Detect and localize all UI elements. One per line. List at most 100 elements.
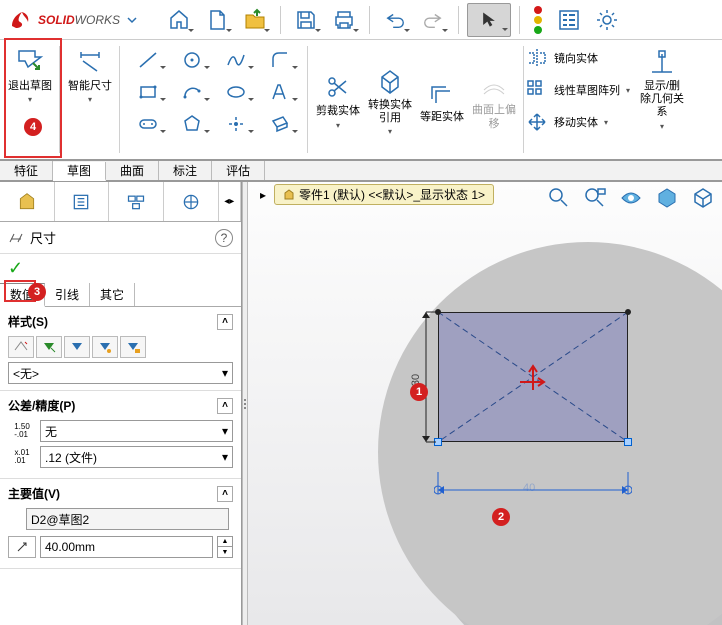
- dimension-name-field[interactable]: D2@草图2: [26, 508, 229, 530]
- tutorial-badge-2: 2: [492, 508, 510, 526]
- circle-tool[interactable]: [170, 44, 214, 76]
- tutorial-badge-1: 1: [410, 383, 428, 401]
- ellipse-tool[interactable]: [214, 76, 258, 108]
- new-button[interactable]: [200, 3, 234, 37]
- style-title: 样式(S): [8, 313, 48, 330]
- mirror-button[interactable]: 镜向实体: [526, 44, 630, 72]
- home-button[interactable]: [162, 3, 196, 37]
- panel-tabs: ◂▸: [0, 182, 241, 222]
- plane-tool[interactable]: [258, 108, 302, 140]
- panel-title: 尺寸: [30, 228, 56, 247]
- logo-text: SOLIDWORKS: [38, 13, 120, 27]
- tab-evaluate[interactable]: 评估: [212, 161, 265, 180]
- surface-offset-label: 曲面上偏移: [472, 104, 516, 130]
- style-btn-3[interactable]: [64, 336, 90, 358]
- spin-up[interactable]: ▲: [217, 536, 233, 547]
- feature-tree-tab[interactable]: [0, 182, 55, 221]
- collapse-style[interactable]: ˄: [217, 314, 233, 330]
- model-canvas[interactable]: 30 40: [248, 182, 722, 625]
- display-relations-button[interactable]: 显示/删除几何关系 ▾: [638, 44, 686, 133]
- rebuild-status-icon: [528, 5, 548, 35]
- settings-button[interactable]: [590, 3, 624, 37]
- config-tab[interactable]: [109, 182, 164, 221]
- move-entities-button[interactable]: 移动实体 ▾: [526, 108, 630, 136]
- mirror-label: 镜向实体: [554, 50, 598, 66]
- tolerance-precision-select[interactable]: .12 (文件)▾: [40, 446, 233, 468]
- collapse-main-value[interactable]: ˄: [217, 486, 233, 502]
- style-select[interactable]: <无>▾: [8, 362, 233, 384]
- more-tab[interactable]: ◂▸: [219, 182, 241, 221]
- main-value-section: 主要值(V) ˄ D2@草图2 ▲ ▼: [0, 479, 241, 569]
- tab-annotate[interactable]: 标注: [159, 161, 212, 180]
- app-menu-dropdown-icon[interactable]: [126, 14, 138, 26]
- dim-value-icon: [8, 536, 36, 558]
- ribbon: 退出草图 ▾ 智能尺寸 ▾ 剪裁实体 ▾: [0, 40, 722, 160]
- rectangle-tool[interactable]: [126, 76, 170, 108]
- options-button[interactable]: [552, 3, 586, 37]
- text-tool[interactable]: [258, 76, 302, 108]
- ribbon-group-tools: [120, 40, 308, 159]
- confirm-button[interactable]: ✓: [8, 258, 23, 279]
- trim-label: 剪裁实体: [316, 105, 360, 118]
- line-tool[interactable]: [126, 44, 170, 76]
- exit-sketch-button[interactable]: 退出草图 ▾: [6, 44, 54, 106]
- fillet-tool[interactable]: [258, 44, 302, 76]
- sub-tab-leader[interactable]: 引线: [45, 283, 90, 306]
- tab-features[interactable]: 特征: [0, 161, 53, 180]
- spline-tool[interactable]: [214, 44, 258, 76]
- tutorial-badge-3: 3: [28, 283, 46, 301]
- ribbon-group-modify: 剪裁实体 ▾ 转换实体引用 ▾ 等距实体 曲面上偏移: [308, 40, 524, 159]
- graphics-viewport[interactable]: ▸ 零件1 (默认) <<默认>_显示状态 1>: [248, 182, 722, 625]
- sketch-handle[interactable]: [624, 438, 632, 446]
- arc-tool[interactable]: [170, 76, 214, 108]
- tab-sketch[interactable]: 草图: [53, 162, 106, 181]
- redo-button[interactable]: [416, 3, 450, 37]
- property-tab[interactable]: [55, 182, 110, 221]
- help-button[interactable]: ?: [215, 229, 233, 247]
- ribbon-group-sketch: 退出草图 ▾: [0, 40, 60, 159]
- trim-button[interactable]: 剪裁实体 ▾: [314, 69, 362, 131]
- undo-button[interactable]: [378, 3, 412, 37]
- sketch-tool-grid: [126, 44, 302, 140]
- property-panel: ◂▸ 尺寸 ? ✓ 数值 引线 其它 样式(S)˄ <无>▾: [0, 182, 242, 625]
- exit-sketch-label: 退出草图: [8, 80, 52, 93]
- tolerance-type-select[interactable]: 无▾: [40, 420, 233, 442]
- logo-solid: SOLID: [38, 13, 75, 27]
- smart-dimension-button[interactable]: 智能尺寸 ▾: [66, 44, 114, 106]
- horizontal-dim-value[interactable]: 40: [523, 482, 535, 494]
- confirm-row: ✓: [0, 254, 241, 283]
- slot-tool[interactable]: [126, 108, 170, 140]
- print-button[interactable]: [327, 3, 361, 37]
- polygon-tool[interactable]: [170, 108, 214, 140]
- tutorial-badge-4: 4: [24, 118, 42, 136]
- spin-down[interactable]: ▼: [217, 547, 233, 558]
- dimension-icon: [8, 230, 24, 246]
- collapse-tolerance[interactable]: ˄: [217, 398, 233, 414]
- corner-points: [434, 308, 632, 318]
- open-button[interactable]: [238, 3, 272, 37]
- save-button[interactable]: [289, 3, 323, 37]
- move-label: 移动实体: [554, 114, 598, 130]
- offset-entities-button[interactable]: 等距实体: [418, 75, 466, 126]
- point-tool[interactable]: [214, 108, 258, 140]
- main-area: ◂▸ 尺寸 ? ✓ 数值 引线 其它 样式(S)˄ <无>▾: [0, 182, 722, 625]
- surface-offset-button: 曲面上偏移: [470, 68, 518, 132]
- dimension-value-input[interactable]: [40, 536, 213, 558]
- logo-works: WORKS: [75, 13, 120, 27]
- style-btn-5[interactable]: [120, 336, 146, 358]
- linear-pattern-button[interactable]: 线性草图阵列 ▾: [526, 76, 630, 104]
- main-value-title: 主要值(V): [8, 485, 60, 502]
- style-btn-2[interactable]: [36, 336, 62, 358]
- command-tabs: 特征 草图 曲面 标注 评估: [0, 160, 722, 182]
- select-button[interactable]: [467, 3, 511, 37]
- sub-tab-other[interactable]: 其它: [90, 283, 135, 306]
- ribbon-group-dimension: 智能尺寸 ▾: [60, 40, 120, 159]
- dim-tab[interactable]: [164, 182, 219, 221]
- tol-icon-1: 1.50-.01: [8, 420, 36, 442]
- convert-label: 转换实体引用: [368, 99, 412, 125]
- style-btn-4[interactable]: [92, 336, 118, 358]
- style-btn-1[interactable]: [8, 336, 34, 358]
- tab-surface[interactable]: 曲面: [106, 161, 159, 180]
- title-bar: SOLIDWORKS: [0, 0, 722, 40]
- convert-entities-button[interactable]: 转换实体引用 ▾: [366, 63, 414, 138]
